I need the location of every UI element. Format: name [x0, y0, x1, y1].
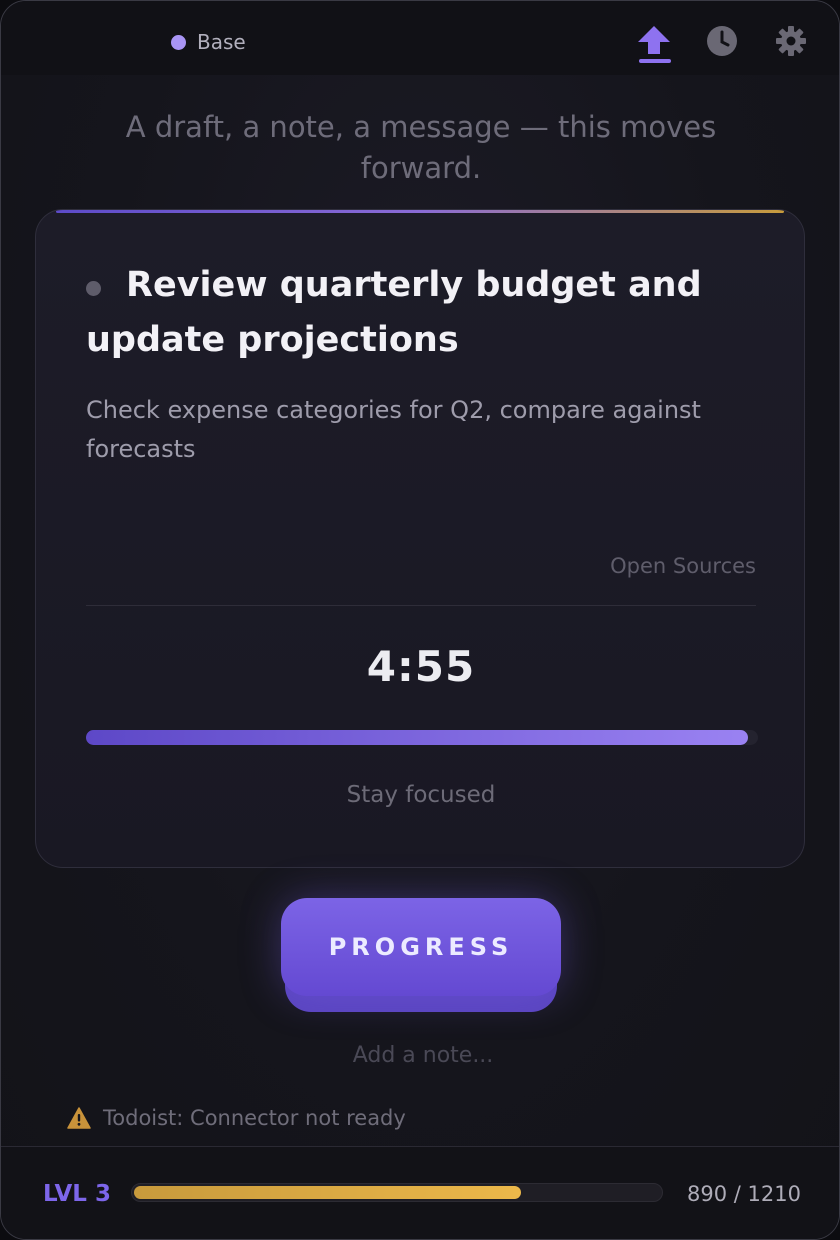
progress-button[interactable]: PROGRESS: [281, 898, 561, 996]
focus-progress-fill: [86, 730, 748, 745]
connector-warning: Todoist: Connector not ready: [67, 1106, 406, 1130]
card-accent-bar: [56, 210, 784, 213]
mode-indicator: Base: [171, 30, 246, 54]
top-bar: Base: [1, 1, 839, 75]
xp-progress-fill: [134, 1186, 521, 1199]
warning-text: Todoist: Connector not ready: [103, 1106, 406, 1130]
level-footer: LVL 3 890 / 1210: [1, 1147, 839, 1239]
mode-label: Base: [197, 30, 246, 54]
focus-progress-bar: [86, 730, 758, 745]
task-title: Review quarterly budget and update proje…: [86, 265, 702, 360]
warning-icon: [67, 1107, 91, 1129]
xp-progress-bar: [131, 1183, 663, 1202]
card-divider: [86, 605, 756, 606]
level-label: LVL 3: [43, 1181, 111, 1207]
progress-button-wrap: PROGRESS: [281, 898, 561, 1014]
focus-caption: Stay focused: [346, 782, 496, 808]
task-description: Check expense categories for Q2, compare…: [86, 396, 701, 463]
task-card: Review quarterly budget and update proje…: [35, 209, 805, 868]
app-window: Base A draft, a note, a message — this m…: [0, 0, 840, 1240]
xp-value: 890 / 1210: [687, 1182, 801, 1206]
tagline: A draft, a note, a message — this moves …: [125, 110, 717, 185]
add-note-input[interactable]: [271, 1035, 575, 1075]
settings-icon[interactable]: [772, 21, 810, 61]
mode-dot: [171, 34, 186, 50]
history-icon[interactable]: [703, 21, 741, 61]
open-sources-link[interactable]: Open Sources: [610, 554, 756, 578]
focus-timer: 4:55: [366, 642, 476, 691]
active-tab-underline: [639, 59, 671, 63]
upload-icon[interactable]: [635, 21, 673, 61]
